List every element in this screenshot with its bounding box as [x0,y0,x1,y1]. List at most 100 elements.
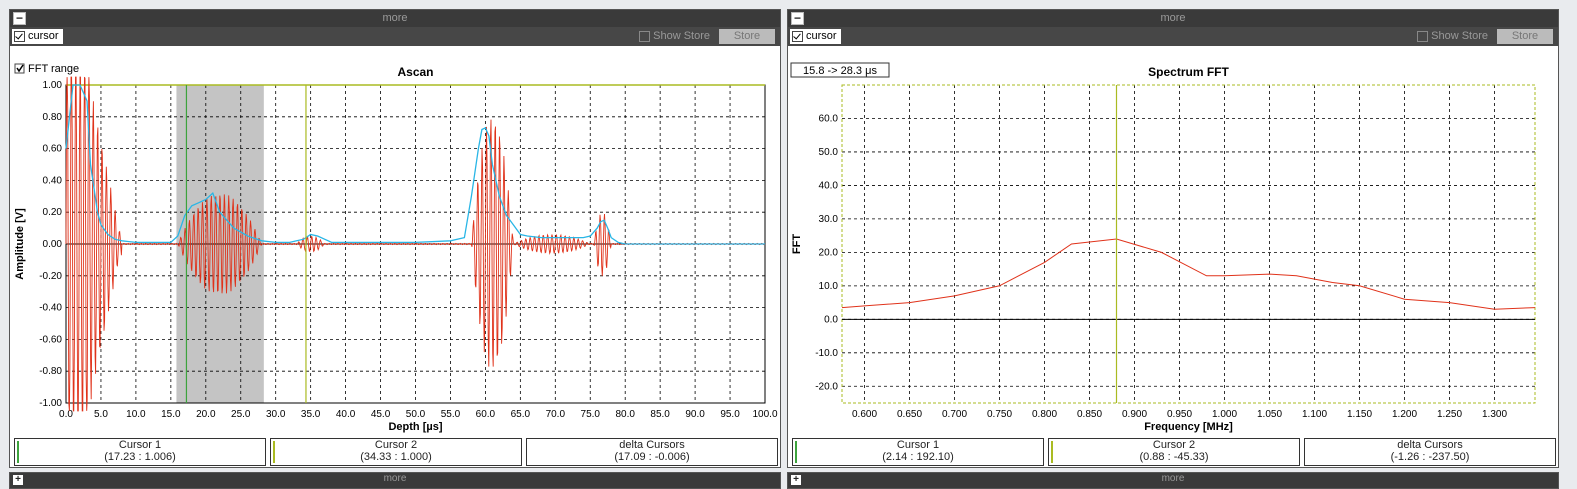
store-button[interactable]: Store [719,29,775,44]
x-tick-label: 1.300 [1482,409,1507,420]
expand-plus-icon[interactable]: + [13,475,23,485]
fft-chart[interactable]: 15.8 -> 28.3 μs Spectrum FFT 0.600 0.650 0.7… [788,46,1558,436]
cursor1-readout: Cursor 1 (17.23 : 1.006) [14,438,266,466]
x-tick-label: 95.0 [720,409,740,420]
ascan-panel: − more cursor Show Store Store FFT range… [9,9,781,468]
delta-title: delta Cursors [619,439,685,451]
checkbox-unchecked-icon[interactable] [1417,30,1429,42]
x-tick-label: 1.150 [1347,409,1372,420]
x-tick-label: 1.250 [1437,409,1462,420]
cursor-checkbox-label: cursor [806,30,837,42]
y-tick-label: 0.0 [824,314,838,325]
x-tick-label: 0.900 [1122,409,1147,420]
x-tick-label: 0.0 [59,409,73,420]
cursor-checkbox[interactable]: cursor [790,29,841,44]
checkbox-checked-icon[interactable] [14,31,25,42]
x-tick-label: 15.0 [161,409,181,420]
cursor2-value: (34.33 : 1.000) [360,451,432,463]
cursor1-title: Cursor 1 [896,439,940,451]
cursor2-value: (0.88 : -45.33) [1139,451,1209,463]
y-tick-label: 10.0 [819,281,839,292]
y-tick-label: 1.00 [43,80,63,91]
collapsed-panel-title: more [383,473,407,484]
y-tick-label: 50.0 [819,147,839,158]
x-tick-label: 55.0 [441,409,461,420]
store-button[interactable]: Store [1497,29,1553,44]
x-axis-label: Depth [µs] [388,421,442,433]
cursor1-title: Cursor 1 [118,439,162,451]
y-tick-label: 0.40 [43,175,63,186]
panel-title: more [382,12,408,24]
cursor1-value: (2.14 : 192.10) [882,451,954,463]
collapsed-panel-left[interactable]: + more [9,472,781,489]
x-tick-label: 1.050 [1257,409,1282,420]
spectrum-series-line [841,238,1536,310]
y-tick-label: -0.80 [39,366,62,377]
y-tick-label: 30.0 [819,214,839,225]
x-tick-label: 1.000 [1212,409,1237,420]
panel-toolbar: cursor Show Store Store [788,27,1558,46]
x-tick-label: 0.800 [1032,409,1057,420]
y-tick-label: -20.0 [815,381,838,392]
expand-plus-icon[interactable]: + [791,475,801,485]
checkbox-unchecked-icon[interactable] [639,30,651,42]
cursor2-title: Cursor 2 [1152,439,1196,451]
y-tick-label: 20.0 [819,247,839,258]
x-tick-label: 0.600 [852,409,877,420]
x-tick-label: 70.0 [546,409,566,420]
cursor1-readout: Cursor 1 (2.14 : 192.10) [792,438,1044,466]
collapse-minus-icon[interactable]: − [13,12,26,25]
collapsed-panel-title: more [1161,473,1185,484]
x-tick-label: 5.0 [94,409,108,420]
x-tick-label: 65.0 [511,409,531,420]
x-tick-label: 0.750 [987,409,1012,420]
cursor-checkbox[interactable]: cursor [12,29,63,44]
checkbox-checked-icon[interactable] [792,31,803,42]
chart-title: Ascan [397,65,433,79]
x-tick-label: 50.0 [406,409,426,420]
fft-range-label: FFT range [28,63,79,75]
chart-title: Spectrum FFT [1148,65,1229,79]
show-store-checkbox[interactable]: Show Store [1417,30,1488,42]
y-tick-label: -0.40 [39,303,62,314]
x-tick-label: 75.0 [581,409,601,420]
x-tick-label: 85.0 [650,409,670,420]
cursor2-readout: Cursor 2 (34.33 : 1.000) [270,438,522,466]
plot-frame [841,84,1536,404]
x-tick-label: 20.0 [196,409,216,420]
x-tick-label: 0.850 [1077,409,1102,420]
delta-cursors-readout: delta Cursors (17.09 : -0.006) [526,438,778,466]
x-tick-label: 60.0 [476,409,496,420]
x-tick-label: 30.0 [266,409,286,420]
panel-title-bar[interactable]: − more [788,10,1558,27]
y-axis-label: Amplitude [V] [14,208,26,280]
delta-value: (-1.26 : -237.50) [1390,451,1470,463]
y-tick-label: -10.0 [815,348,838,359]
show-store-label: Show Store [1431,30,1488,42]
ascan-chart[interactable]: FFT range Ascan 0.0 5.0 10.0 15.0 20.0 25.0 30.0… [10,46,780,436]
x-tick-label: 35.0 [301,409,321,420]
x-tick-label: 40.0 [336,409,356,420]
x-tick-label: 90.0 [685,409,705,420]
x-tick-label: 1.100 [1302,409,1327,420]
panel-title-bar[interactable]: − more [10,10,780,27]
y-tick-label: 40.0 [819,180,839,191]
x-tick-label: 80.0 [615,409,635,420]
x-tick-label: 25.0 [231,409,251,420]
collapse-minus-icon[interactable]: − [791,12,804,25]
cursor-checkbox-label: cursor [28,30,59,42]
cursor1-value: (17.23 : 1.006) [104,451,176,463]
x-tick-label: 0.650 [897,409,922,420]
show-store-checkbox[interactable]: Show Store [639,30,710,42]
x-tick-label: 0.700 [942,409,967,420]
x-tick-label: 0.950 [1167,409,1192,420]
y-tick-label: -0.60 [39,334,62,345]
show-store-label: Show Store [653,30,710,42]
panel-title: more [1160,12,1186,24]
delta-cursors-readout: delta Cursors (-1.26 : -237.50) [1304,438,1556,466]
y-tick-label: 0.00 [43,239,63,250]
range-label: 15.8 -> 28.3 μs [803,65,877,77]
y-tick-label: 0.80 [43,112,63,123]
collapsed-panel-right[interactable]: + more [787,472,1559,489]
x-tick-label: 45.0 [371,409,391,420]
